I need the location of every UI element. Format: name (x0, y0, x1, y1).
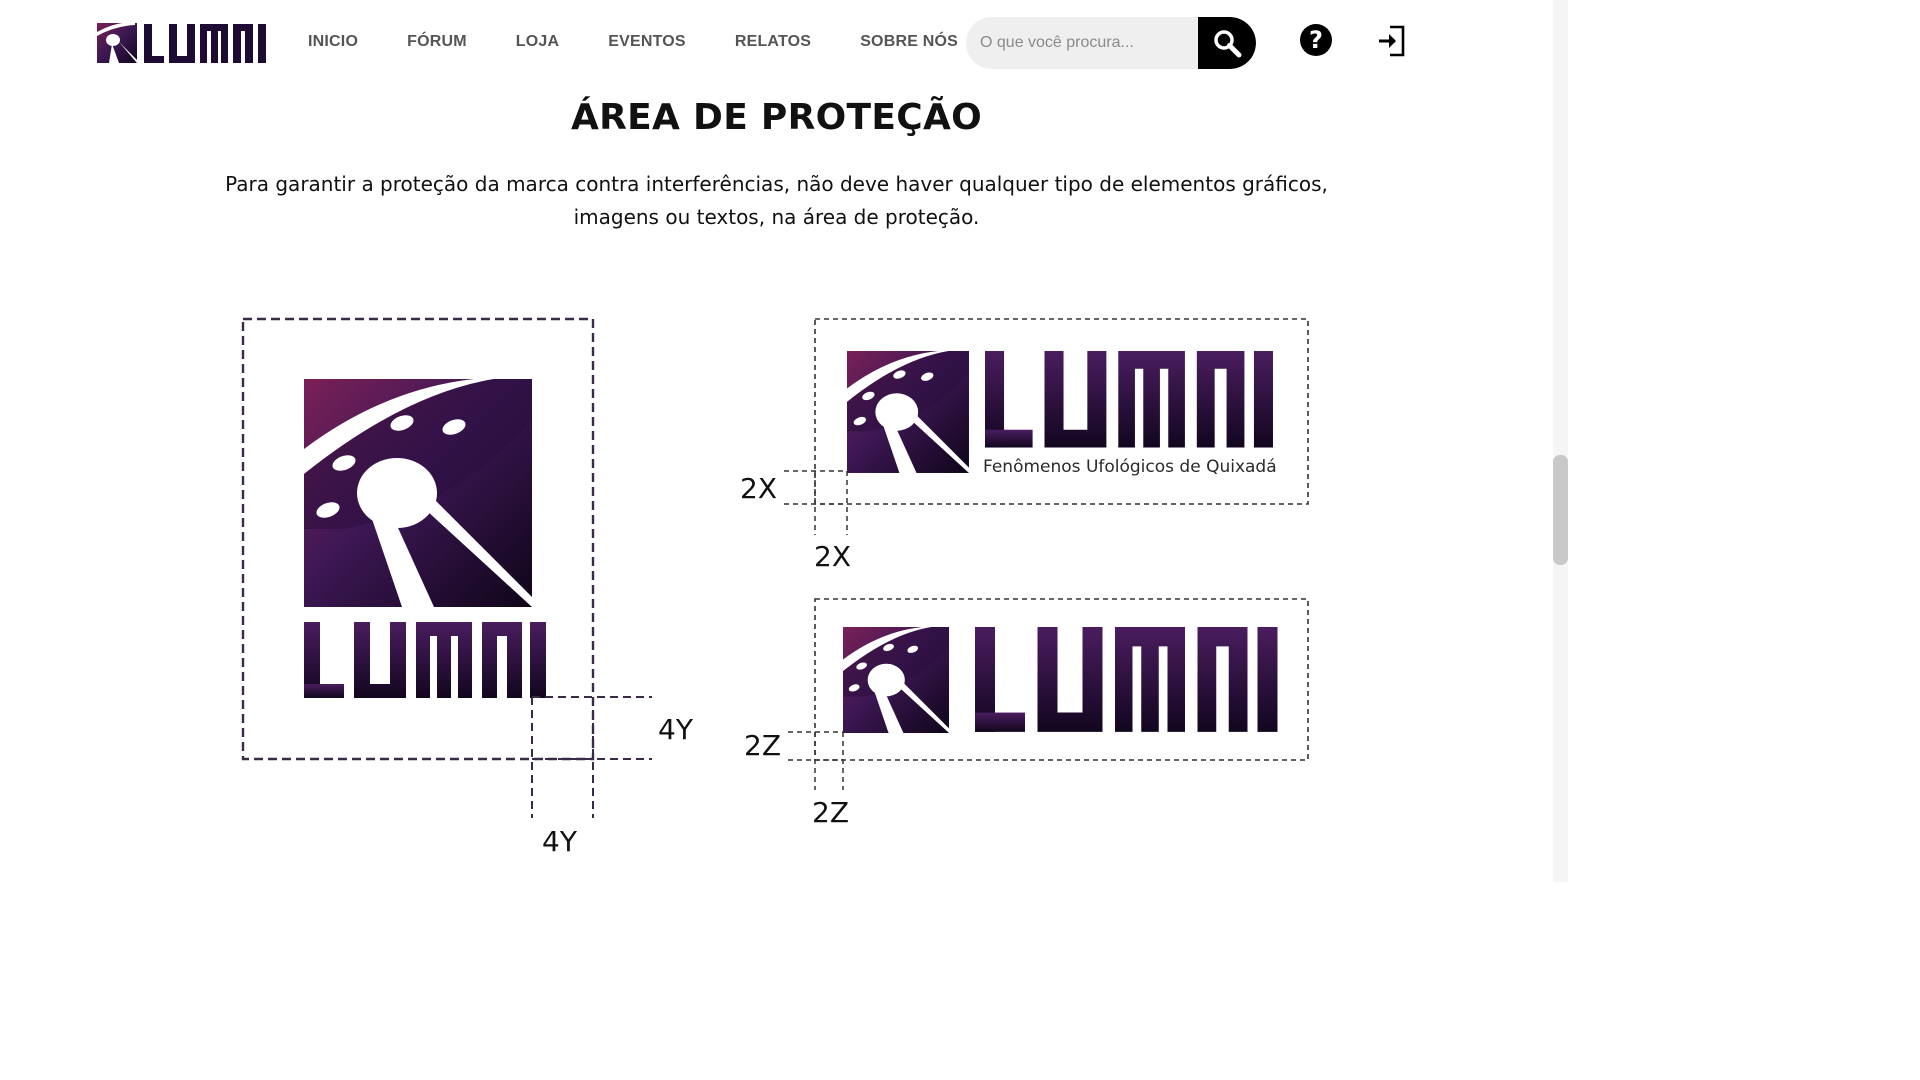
wordmark-vertical (304, 622, 546, 698)
page-scrollbar[interactable] (1553, 0, 1568, 882)
measure-label-4y-horizontal: 4Y (658, 713, 694, 746)
measure-label-4y-vertical: 4Y (542, 825, 578, 858)
protection-area-diagram: 4Y 4Y Fenômenos Ufológicos de Quixadá 2X… (241, 317, 1309, 858)
measure-label-2z-horizontal: 2Z (744, 729, 781, 762)
logo-subtitle: Fenômenos Ufológicos de Quixadá (983, 457, 1277, 477)
horizontal-logo-guide: Fenômenos Ufológicos de Quixadá 2X 2X (740, 318, 1309, 573)
compact-logo-guide: 2Z 2Z (744, 598, 1309, 829)
measure-label-2z-vertical: 2Z (812, 796, 849, 829)
measure-label-2x-vertical: 2X (814, 540, 851, 573)
vertical-logo-guide: 4Y 4Y (241, 317, 694, 858)
measure-label-2x-horizontal: 2X (740, 472, 777, 505)
scrollbar-thumb[interactable] (1553, 455, 1568, 565)
brand-symbol-vertical (304, 379, 532, 607)
